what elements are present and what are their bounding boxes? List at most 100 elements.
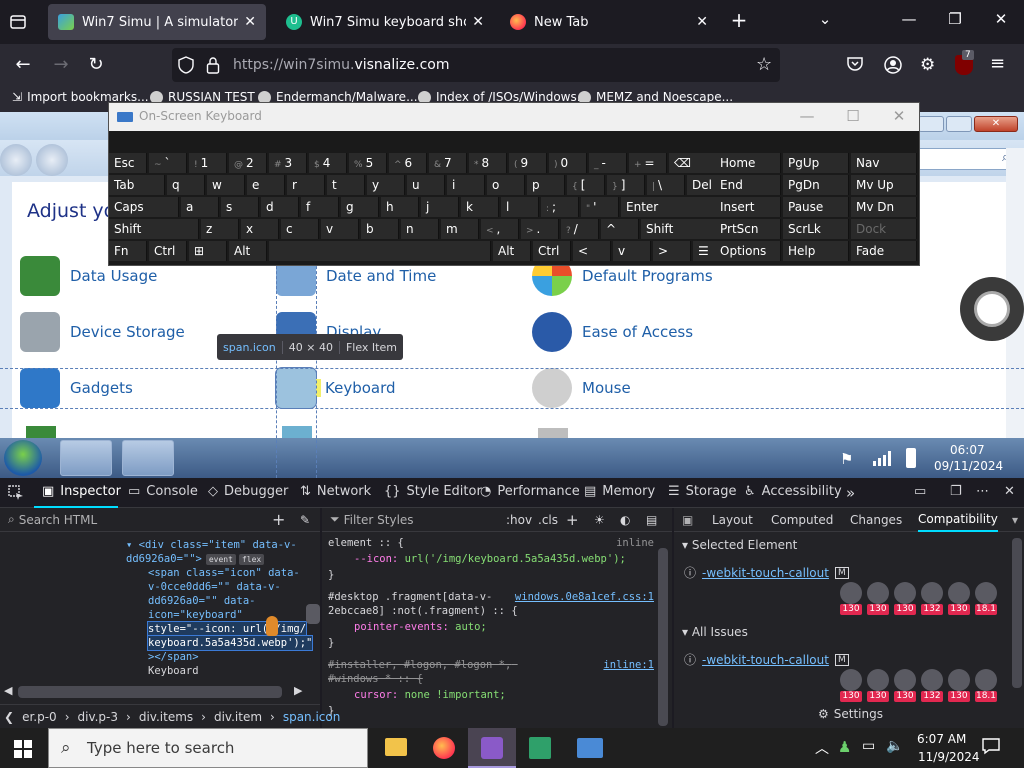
osk-key[interactable]: < [573, 241, 611, 261]
reload-icon[interactable]: ↻ [83, 52, 109, 78]
all-issues-header[interactable]: ▾ All Issues [682, 625, 748, 639]
close-window-icon[interactable]: ✕ [986, 10, 1016, 28]
search-html-input[interactable]: Search HTML [19, 513, 97, 527]
osk-key[interactable]: w [207, 175, 245, 195]
osk-key[interactable]: b [361, 219, 399, 239]
tab-compatibility[interactable]: Compatibility [918, 508, 998, 532]
osk-key[interactable]: Shift [109, 219, 199, 239]
cp-forward-icon[interactable] [36, 144, 68, 176]
breadcrumb-item[interactable]: div.items [135, 710, 197, 724]
osk-key[interactable]: & 7 [429, 153, 467, 173]
osk-key[interactable]: > [653, 241, 691, 261]
osk-side-key[interactable]: ScrLk [783, 219, 849, 239]
osk-key[interactable]: o [487, 175, 525, 195]
osk-key[interactable]: Fn [109, 241, 147, 261]
signal-icon[interactable] [872, 450, 892, 466]
rules-list[interactable]: element :: {inline --icon: url('/img/keyb… [328, 536, 654, 730]
markup-line[interactable]: <span class="icon" data- [148, 566, 300, 580]
add-node-plus-icon[interactable]: + [272, 510, 285, 529]
issue-row-selected[interactable]: ⓘ -webkit-touch-callout M [684, 564, 849, 581]
osk-side-key[interactable]: Nav [851, 153, 917, 173]
markup-line[interactable]: ></span> [148, 650, 199, 664]
osk-key[interactable]: }] [607, 175, 645, 195]
cp-item-mouse[interactable]: Mouse [532, 368, 631, 408]
dock-icon[interactable]: ❐ [950, 484, 962, 499]
osk-key[interactable]: m [441, 219, 479, 239]
osk-key[interactable]: (9 [509, 153, 547, 173]
osk-side-key[interactable]: PgDn [783, 175, 849, 195]
minimize-icon[interactable]: — [894, 10, 924, 28]
maximize-icon[interactable]: ❐ [940, 10, 970, 28]
osk-key[interactable]: n [401, 219, 439, 239]
taskbar-search-box[interactable]: ⌕ Type here to search [48, 728, 368, 768]
osk-key[interactable]: % 5 [349, 153, 387, 173]
osk-side-key[interactable]: Home [715, 153, 781, 173]
tab-new-tab[interactable]: New Tab ✕ [500, 4, 718, 40]
shield-icon[interactable] [178, 56, 194, 74]
osk-key[interactable]: @2 [229, 153, 267, 173]
tab-console[interactable]: ▭ Console [128, 484, 198, 499]
lock-icon[interactable] [206, 56, 220, 74]
new-tab-plus-icon[interactable]: + [724, 8, 754, 32]
osk-key[interactable]: f [301, 197, 339, 217]
notification-icon[interactable] [982, 737, 1000, 755]
tabs-overflow-icon[interactable]: ▾ [1012, 513, 1018, 527]
osk-key[interactable]: z [201, 219, 239, 239]
osk-side-key[interactable]: Help [783, 241, 849, 261]
osk-key[interactable]: e [247, 175, 285, 195]
breadcrumb-item[interactable]: er.p-0 [18, 710, 61, 724]
mdn-icon[interactable]: M [834, 566, 849, 579]
cls-toggle[interactable]: .cls [538, 513, 558, 527]
bookmark-star-icon[interactable]: ☆ [756, 54, 772, 75]
osk-key[interactable]: ! 1 [189, 153, 227, 173]
tab-network[interactable]: ⇅ Network [300, 484, 371, 499]
url-text[interactable]: https://win7simu.visnalize.com [233, 57, 449, 73]
account-icon[interactable] [883, 55, 903, 75]
flag-icon[interactable]: ⚑ [840, 450, 853, 468]
rules-scrollbar[interactable] [658, 548, 668, 726]
osk-key[interactable]: v [613, 241, 651, 261]
osk-key[interactable]: j [421, 197, 459, 217]
eyedropper-icon[interactable]: ✎ [300, 513, 310, 527]
markup-line[interactable]: Keyboard [148, 664, 199, 678]
responsive-design-icon[interactable]: ▭ [914, 484, 926, 499]
tab-storage[interactable]: ☰ Storage [668, 484, 737, 499]
osk-key[interactable]: Enter [621, 197, 723, 217]
tab-style-editor[interactable]: {} Style Editor [384, 484, 482, 499]
osk-key[interactable]: :; [541, 197, 579, 217]
osk-key[interactable]: ) 0 [549, 153, 587, 173]
tray-chevron-icon[interactable]: ︿ [815, 738, 829, 758]
osk-key[interactable]: u [407, 175, 445, 195]
osk-key[interactable]: ^ 6 [389, 153, 427, 173]
win7-task-control-panel[interactable] [122, 440, 174, 476]
tab-memory[interactable]: ▤ Memory [584, 484, 655, 499]
osk-key[interactable]: Ctrl [533, 241, 571, 261]
hov-toggle[interactable]: :hov [506, 513, 532, 527]
osk-side-key[interactable]: PgUp [783, 153, 849, 173]
markup-twisty[interactable]: ▾ [126, 539, 139, 551]
scroll-right-icon[interactable]: ▶ [294, 684, 302, 697]
osk-key[interactable]: t [327, 175, 365, 195]
forward-arrow-icon[interactable]: → [48, 52, 74, 78]
osk-close-icon[interactable]: ✕ [885, 107, 913, 125]
osk-key[interactable]: >. [521, 219, 559, 239]
osk-key[interactable]: Alt [229, 241, 267, 261]
toggle-pane-icon[interactable]: ▣ [682, 513, 693, 527]
osk-key[interactable]: d [261, 197, 299, 217]
osk-side-key[interactable]: Fade [851, 241, 917, 261]
cp-minimize-icon[interactable] [918, 116, 944, 132]
rule-source-link[interactable]: windows.0e8a1cef.css:1 [515, 590, 654, 604]
osk-key[interactable]: p [527, 175, 565, 195]
visual-studio-icon[interactable] [468, 728, 516, 768]
tab-changes[interactable]: Changes [850, 513, 902, 527]
osk-side-key[interactable]: Options [715, 241, 781, 261]
osk-key[interactable]: $4 [309, 153, 347, 173]
osk-key[interactable]: * 8 [469, 153, 507, 173]
markup-line[interactable]: icon="keyboard" [148, 608, 243, 622]
osk-key[interactable]: q [167, 175, 205, 195]
extensions-puzzle-icon[interactable]: ⚙ [920, 55, 935, 75]
osk-side-key[interactable]: PrtScn [715, 219, 781, 239]
osk-key[interactable]: ⊞ [189, 241, 227, 261]
filter-styles-input[interactable]: Filter Styles [344, 513, 414, 527]
rule-declaration[interactable]: pointer-events: auto; [354, 620, 487, 634]
